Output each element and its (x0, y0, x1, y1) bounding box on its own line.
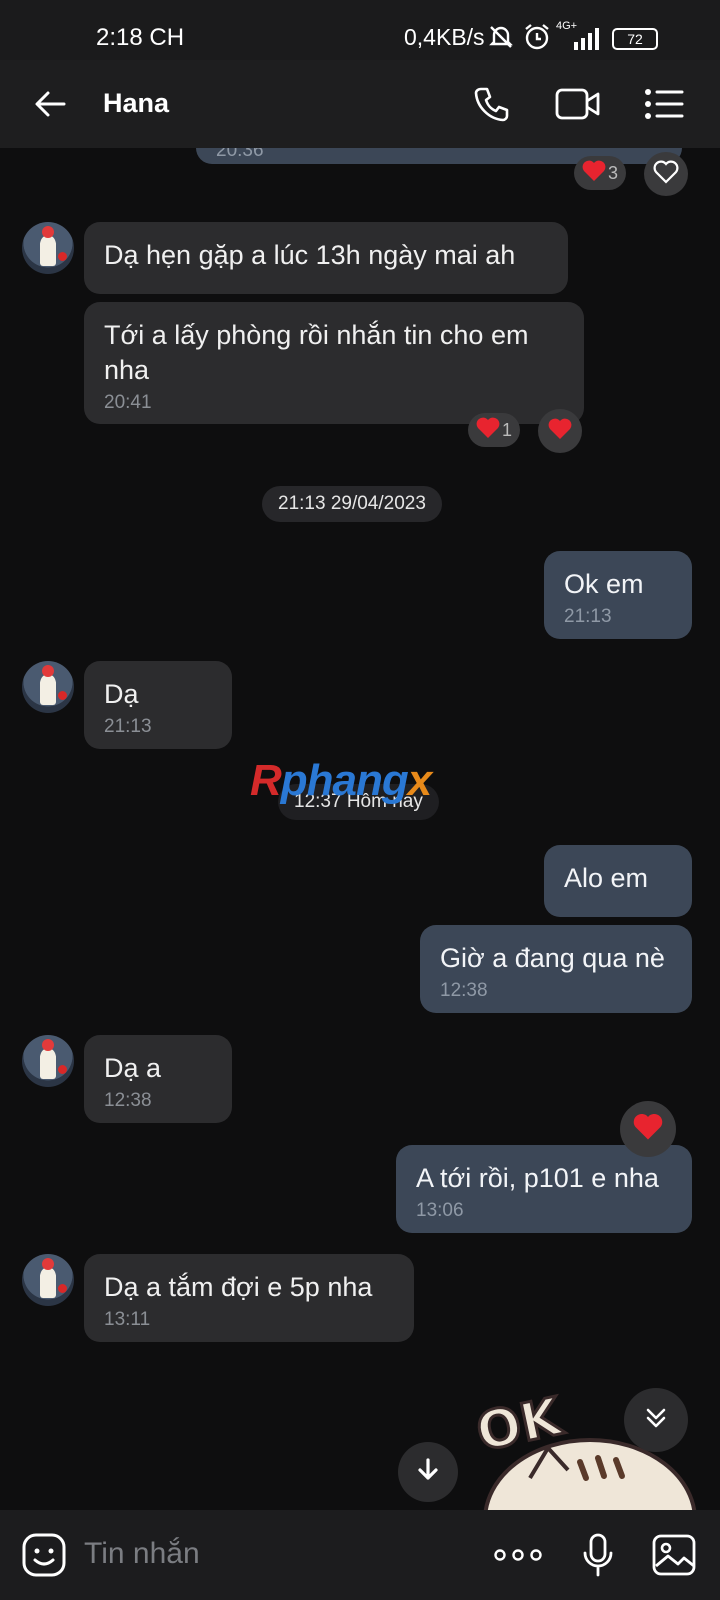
heart-icon (582, 160, 606, 187)
heart-icon (631, 1112, 665, 1147)
message-text-line2: nha (104, 355, 150, 385)
arrow-down-icon (416, 1456, 440, 1489)
message-time: 21:13 (104, 716, 152, 737)
contact-name[interactable]: Hana (103, 88, 169, 119)
message-bubble-incoming[interactable]: Dạ 21:13 (84, 661, 232, 749)
status-net-speed: 0,4KB/s (404, 24, 485, 50)
heart-icon (547, 417, 573, 446)
message-time: 20:36 (216, 148, 264, 161)
jump-down-button[interactable] (398, 1442, 458, 1502)
watermark-logo: Rphangx (250, 756, 432, 805)
phone-call-icon[interactable] (468, 80, 516, 128)
message-text: Dạ a (104, 1053, 162, 1083)
message-time: 21:13 (564, 606, 612, 627)
chat-header: Hana (0, 60, 720, 148)
reaction-heart-button[interactable] (538, 409, 582, 453)
reaction-heart-button[interactable] (620, 1101, 676, 1157)
message-input-bar: Tin nhắn (0, 1510, 720, 1600)
heart-outline-icon (653, 160, 679, 189)
message-text: Giờ a đang qua nè (440, 943, 665, 973)
message-text: Dạ a tắm đợi e 5p nha (104, 1272, 373, 1302)
message-time: 12:38 (440, 980, 488, 1001)
scroll-to-bottom-button[interactable] (624, 1388, 688, 1452)
message-bubble-incoming[interactable]: Dạ a 12:38 (84, 1035, 232, 1123)
message-bubble-outgoing[interactable]: Alo em (544, 845, 692, 917)
avatar[interactable] (22, 661, 74, 713)
message-text: Ok em (564, 569, 644, 599)
image-gallery-icon[interactable] (650, 1531, 698, 1579)
message-bubble-outgoing[interactable]: Ok em 21:13 (544, 551, 692, 639)
status-bar: 2:18 CH 0,4KB/s 4G+ 72 (0, 0, 720, 60)
video-call-icon[interactable] (554, 80, 602, 128)
reaction-count-badge[interactable]: 3 (574, 156, 627, 190)
avatar[interactable] (22, 1035, 74, 1087)
mute-bell-icon (486, 22, 516, 57)
menu-list-icon[interactable] (640, 80, 688, 128)
reaction-count: 3 (608, 162, 619, 183)
avatar[interactable] (22, 1254, 74, 1306)
message-bubble-incoming[interactable]: Tới a lấy phòng rồi nhắn tin cho em nha … (84, 302, 584, 424)
message-input[interactable]: Tin nhắn (84, 1537, 200, 1571)
add-reaction-button[interactable] (644, 152, 688, 196)
message-bubble-incoming[interactable]: Dạ a tắm đợi e 5p nha 13:11 (84, 1254, 414, 1342)
message-text-line1: Tới a lấy phòng rồi nhắn tin cho em (104, 320, 529, 350)
message-bubble-outgoing[interactable]: Giờ a đang qua nè 12:38 (420, 925, 692, 1013)
alarm-icon (522, 22, 552, 57)
back-arrow-icon[interactable] (26, 80, 74, 128)
message-time: 13:06 (416, 1200, 464, 1221)
message-time: 12:38 (104, 1090, 152, 1111)
sticker-smiley-icon[interactable] (20, 1531, 68, 1579)
message-text: Alo em (564, 863, 649, 893)
message-bubble-outgoing[interactable]: A tới rồi, p101 e nha 13:06 (396, 1145, 692, 1233)
microphone-icon[interactable] (574, 1531, 622, 1579)
message-text: Dạ hẹn gặp a lúc 13h ngày mai ah (104, 240, 516, 270)
message-text: A tới rồi, p101 e nha (416, 1163, 659, 1193)
reaction-count: 1 (502, 419, 513, 440)
status-time: 2:18 CH (96, 24, 185, 51)
double-chevron-down-icon (642, 1404, 670, 1437)
message-list[interactable]: 20:36 3 Dạ hẹn gặp a lúc 13h ngày mai ah… (0, 148, 720, 1510)
date-separator: 21:13 29/04/2023 (262, 486, 442, 522)
reaction-count-badge[interactable]: 1 (468, 413, 521, 447)
signal-icon (572, 28, 602, 55)
avatar[interactable] (22, 222, 74, 274)
heart-icon (476, 417, 500, 444)
message-bubble-incoming[interactable]: Dạ hẹn gặp a lúc 13h ngày mai ah (84, 222, 568, 294)
battery-icon: 72 (612, 28, 658, 50)
message-time: 13:11 (104, 1309, 151, 1330)
more-options-icon[interactable] (494, 1531, 542, 1579)
message-text: Dạ (104, 679, 139, 709)
